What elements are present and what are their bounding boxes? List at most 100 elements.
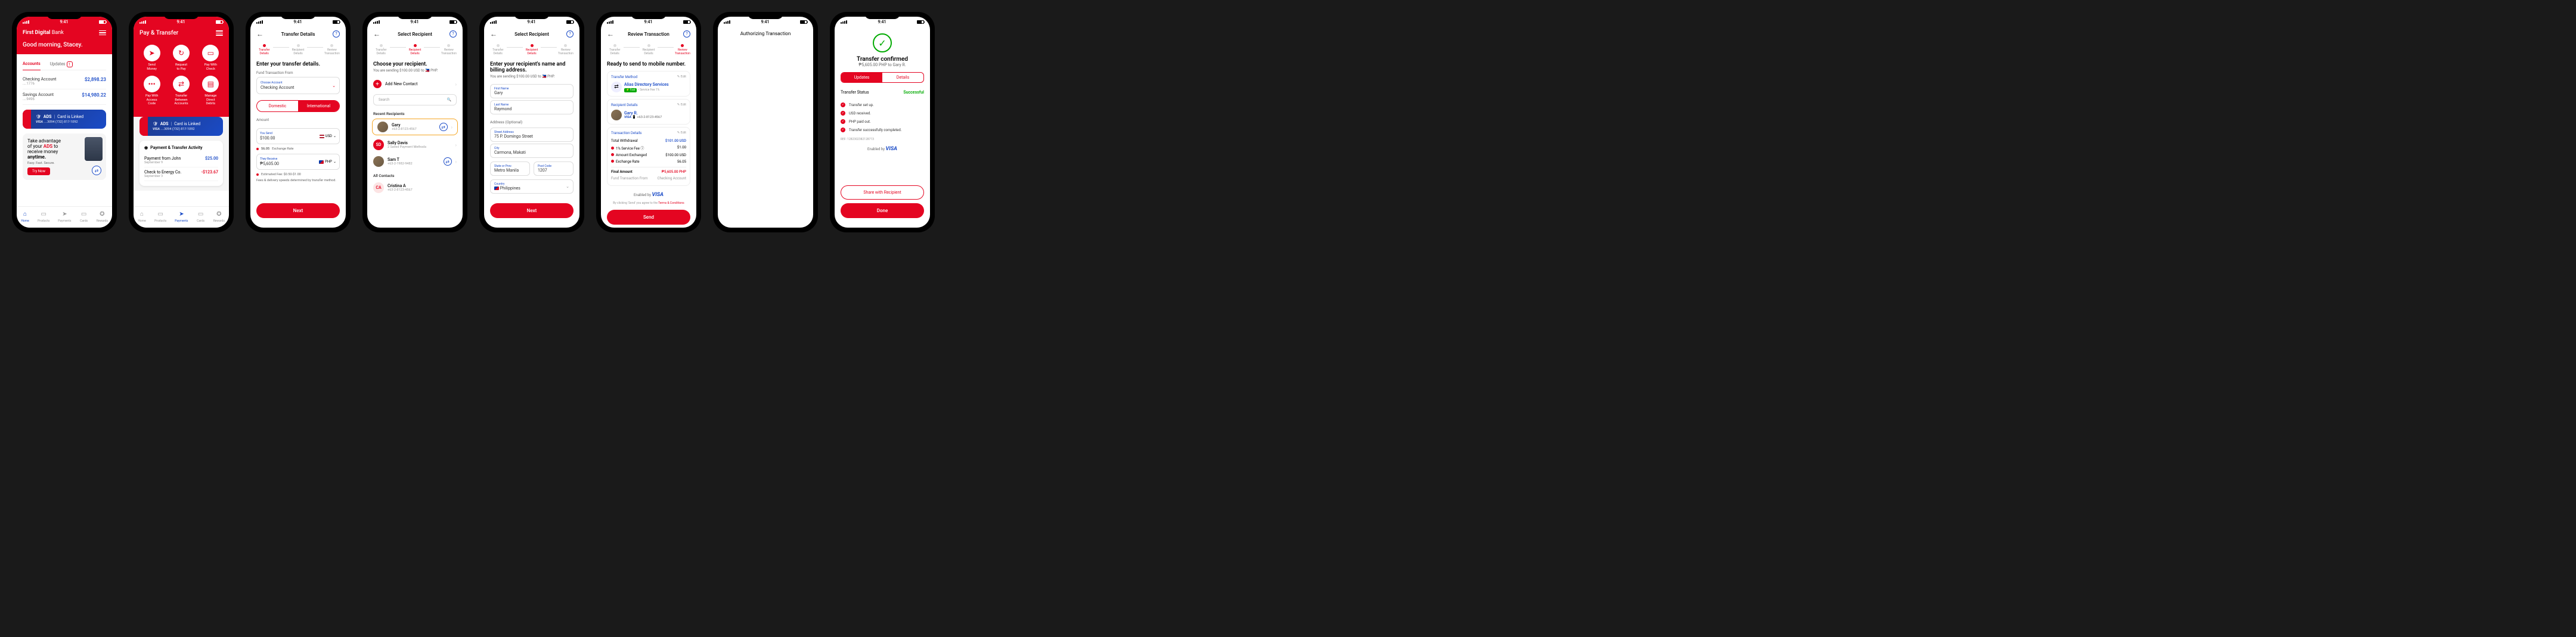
- activity-card: ◉Payment & Transfer Activity Payment fro…: [140, 141, 223, 186]
- back-button[interactable]: ←: [607, 30, 614, 38]
- battery-icon: [917, 20, 924, 24]
- transfer-icon: ⇄: [173, 76, 190, 92]
- send-money-button[interactable]: ➤SendMoney: [140, 45, 164, 71]
- menu-icon[interactable]: [216, 30, 223, 36]
- nav-rewards[interactable]: ✪Rewards: [97, 210, 108, 223]
- back-button[interactable]: ←: [373, 30, 380, 38]
- tab-details[interactable]: Details: [882, 73, 923, 82]
- country-select[interactable]: Country Philippines ⌄: [490, 179, 574, 194]
- help-icon[interactable]: ?: [683, 30, 690, 38]
- access-code-button[interactable]: •••Pay WithAccessCode: [140, 76, 164, 106]
- send-button[interactable]: Send: [607, 210, 690, 225]
- transfer-accounts-button[interactable]: ⇄TransferBetweenAccounts: [169, 76, 193, 106]
- account-row[interactable]: Checking Account....1776 $2,898.23: [23, 74, 106, 89]
- signal-icon: [607, 20, 613, 24]
- send-icon: ➤: [144, 45, 160, 61]
- edit-method-link[interactable]: ✎ Edit: [677, 75, 686, 79]
- contact-row-sally[interactable]: SD Sally Davis2 Saved Payment Methods ›: [367, 136, 463, 153]
- fast-badge: ⚡ Fast: [624, 88, 637, 92]
- last-name-input[interactable]: Last NameRaymond: [490, 100, 574, 114]
- account-balance: $14,980.22: [82, 92, 106, 98]
- first-name-input[interactable]: First NameGary: [490, 84, 574, 98]
- domestic-tab[interactable]: Domestic: [257, 101, 298, 111]
- chevron-right-icon: ›: [455, 159, 457, 164]
- back-button[interactable]: ←: [256, 30, 264, 38]
- fee-estimate: Estimated Fee: $0.50-$1.00: [250, 172, 346, 178]
- alias-icon: ⇄: [92, 166, 101, 175]
- battery-icon: [450, 20, 457, 24]
- tab-updates[interactable]: Updates1: [50, 59, 73, 70]
- nav-products[interactable]: ▭Products: [38, 210, 49, 223]
- help-icon[interactable]: ?: [450, 30, 457, 38]
- fee-note: Fees & delivery speeds determined by tra…: [250, 178, 346, 184]
- transaction-details-card: Transaction Details✎ Edit Total Withdraw…: [607, 127, 690, 186]
- pay-check-button[interactable]: ▭Pay WithCheck: [199, 45, 223, 71]
- cards-icon: ▭: [80, 210, 88, 218]
- avatar: [611, 110, 622, 120]
- receive-currency-select[interactable]: PHP⌄: [319, 160, 336, 164]
- edit-recipient-link[interactable]: ✎ Edit: [677, 103, 686, 107]
- ads-card[interactable]: 🛡ADS|Card is Linked VISA ....3094 (732) …: [23, 110, 106, 129]
- international-tab[interactable]: International: [298, 101, 339, 111]
- signal-icon: [841, 20, 847, 24]
- menu-icon[interactable]: [99, 30, 106, 36]
- nav-cards[interactable]: ▭Cards: [197, 210, 205, 223]
- nav-payments[interactable]: ➤Payments: [58, 210, 71, 223]
- street-input[interactable]: Street Address75 P. Domingo Street: [490, 128, 574, 142]
- contact-row-cristina[interactable]: CA Cristina A+63-2-8123-4567: [367, 179, 463, 196]
- next-button[interactable]: Next: [490, 203, 574, 218]
- account-select[interactable]: Choose AccountChecking Account ⌄: [256, 77, 340, 94]
- activity-icon: ◉: [144, 145, 148, 150]
- next-button[interactable]: Next: [256, 203, 340, 218]
- receive-amount-input[interactable]: They Receive₱5,605.00 PHP⌄: [256, 154, 340, 170]
- authorizing-title: Authorizing Transaction: [718, 26, 813, 41]
- ads-card[interactable]: 🛡ADS|Card is Linked VISA ....3094 (732) …: [140, 117, 223, 136]
- direct-debits-button[interactable]: ▤ManageDirectDebits: [199, 76, 223, 106]
- edit-transaction-link[interactable]: ✎ Edit: [677, 131, 686, 135]
- share-button[interactable]: Share with Recipient: [841, 185, 924, 200]
- transfer-method-card: Transfer Method✎ Edit ⇄ Alias Directory …: [607, 71, 690, 97]
- tab-updates[interactable]: Updates: [841, 73, 882, 82]
- account-row[interactable]: Savings Account....9496 $14,980.22: [23, 89, 106, 105]
- recipient-card: Recipient Details✎ Edit Gary R. VISA 📱 +…: [607, 99, 690, 125]
- alias-icon: ⇄: [444, 157, 452, 166]
- terms-text: By clicking 'Send' you agree to the Term…: [601, 201, 696, 205]
- tab-accounts[interactable]: Accounts: [23, 59, 41, 70]
- battery-icon: [800, 20, 807, 24]
- nav-rewards[interactable]: ✪Rewards: [213, 210, 225, 223]
- help-icon[interactable]: ?: [333, 30, 340, 38]
- nav-payments[interactable]: ➤Payments: [175, 210, 188, 223]
- page-title: Select Recipient: [398, 32, 432, 37]
- activity-row[interactable]: Payment from JohnSeptember 9 $25.00: [144, 154, 218, 167]
- check-icon: ✓: [841, 128, 845, 132]
- nav-home[interactable]: ⌂Home: [138, 210, 146, 223]
- account-balance: $2,898.23: [85, 77, 106, 82]
- nav-home[interactable]: ⌂Home: [21, 210, 29, 223]
- alias-service-icon: ⇄: [611, 82, 622, 92]
- contact-row-sam[interactable]: Sam T+63-2-1982-9482 ⇄ ›: [367, 153, 463, 170]
- send-amount-input[interactable]: You Send$100.00 USD⌄: [256, 128, 340, 144]
- enabled-by-visa: Enabled by VISA: [601, 188, 696, 201]
- status-time: 9:41: [60, 20, 69, 24]
- nav-products[interactable]: ▭Products: [154, 210, 166, 223]
- state-input[interactable]: State or Prov.Metro Manila: [490, 161, 530, 176]
- city-input[interactable]: CityCarmona, Makati: [490, 144, 574, 158]
- send-currency-select[interactable]: USD⌄: [320, 134, 336, 138]
- terms-link[interactable]: Terms & Conditions: [658, 201, 684, 205]
- search-input[interactable]: Search🔍: [373, 94, 457, 105]
- activity-row[interactable]: Check to Energy Co.September 3 -$123.67: [144, 167, 218, 181]
- check-icon: ✓: [841, 111, 845, 116]
- progress-stepper: TransferDetails RecipientDetails ReviewT…: [484, 42, 579, 58]
- help-icon[interactable]: ?: [566, 30, 574, 38]
- contact-row-gary[interactable]: Gary+63-2-8123-4567 ⇄ ›: [372, 119, 458, 135]
- back-button[interactable]: ←: [490, 30, 497, 38]
- brand-title: First Digital Bank: [23, 30, 64, 36]
- check-icon: ✓: [841, 102, 845, 107]
- try-now-button[interactable]: Try Now: [27, 167, 50, 175]
- request-pay-button[interactable]: ↻Requestto Pay: [169, 45, 193, 71]
- nav-cards[interactable]: ▭Cards: [80, 210, 88, 223]
- add-contact-button[interactable]: + Add New Contact ›: [367, 76, 463, 92]
- postcode-input[interactable]: Post Code1207: [534, 161, 574, 176]
- done-button[interactable]: Done: [841, 203, 924, 218]
- signal-icon: [724, 20, 730, 24]
